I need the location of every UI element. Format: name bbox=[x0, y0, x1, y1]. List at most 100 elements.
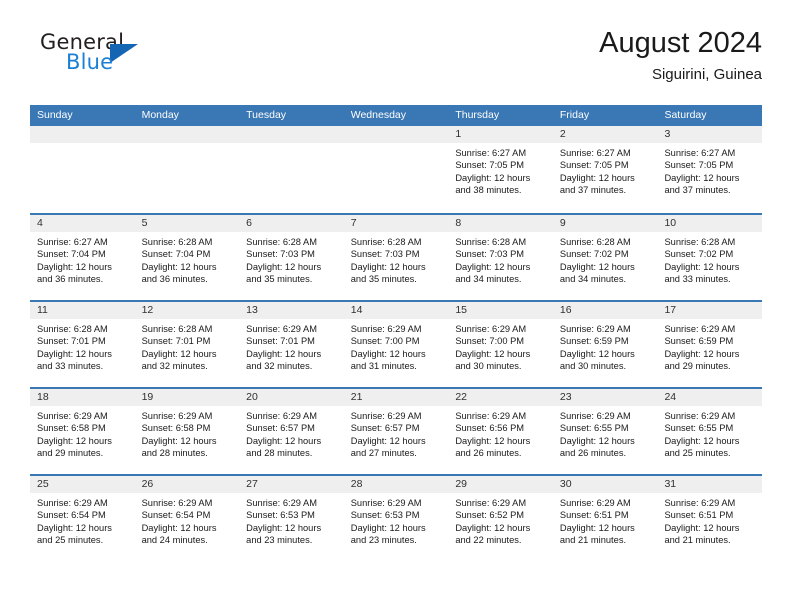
calendar-week-row: 25 Sunrise: 6:29 AM Sunset: 6:54 PM Dayligh… bbox=[30, 474, 763, 561]
day-number: 14 bbox=[350, 304, 363, 316]
calendar-week-row: 4 Sunrise: 6:27 AM Sunset: 7:04 PM Daylight… bbox=[30, 213, 763, 300]
day-cell-17[interactable]: 17 Sunrise: 6:29 AM Sunset: 6:59 PM Dayligh… bbox=[657, 302, 763, 387]
sunrise-line: Sunrise: 6:27 AM bbox=[664, 148, 736, 158]
sunrise-line: Sunrise: 6:29 AM bbox=[559, 411, 631, 421]
sunrise-line: Sunrise: 6:29 AM bbox=[37, 411, 108, 421]
day-cell-empty bbox=[239, 126, 344, 213]
sunset-line: Sunset: 6:59 PM bbox=[664, 336, 734, 347]
day-cell-5[interactable]: 5 Sunrise: 6:28 AM Sunset: 7:04 PM Daylight… bbox=[134, 215, 240, 300]
daylight-line-2: and 33 minutes. bbox=[664, 274, 731, 285]
day-cell-21[interactable]: 21 Sunrise: 6:29 AM Sunset: 6:57 PM Dayligh… bbox=[343, 389, 449, 474]
day-cell-20[interactable]: 20 Sunrise: 6:29 AM Sunset: 6:57 PM Dayligh… bbox=[239, 389, 344, 474]
sunset-line: Sunset: 6:57 PM bbox=[246, 423, 315, 434]
daylight-line-1: Daylight: 12 hours bbox=[141, 261, 217, 272]
daylight-line-1: Daylight: 12 hours bbox=[37, 261, 112, 272]
sunset-line: Sunset: 6:52 PM bbox=[455, 510, 525, 521]
day-cell-22[interactable]: 22 Sunrise: 6:29 AM Sunset: 6:56 PM Dayligh… bbox=[448, 389, 553, 474]
sunrise-line: Sunrise: 6:29 AM bbox=[455, 324, 527, 334]
sunset-line: Sunset: 7:04 PM bbox=[37, 249, 106, 260]
day-cell-26[interactable]: 26 Sunrise: 6:29 AM Sunset: 6:54 PM Dayligh… bbox=[134, 476, 240, 561]
daylight-line-1: Daylight: 12 hours bbox=[559, 435, 635, 446]
day-cell-12[interactable]: 12 Sunrise: 6:28 AM Sunset: 7:01 PM Dayligh… bbox=[134, 302, 240, 387]
day-cell-25[interactable]: 25 Sunrise: 6:29 AM Sunset: 6:54 PM Dayligh… bbox=[30, 476, 135, 561]
daylight-line-2: and 26 minutes. bbox=[559, 448, 627, 459]
day-cell-11[interactable]: 11 Sunrise: 6:28 AM Sunset: 7:01 PM Dayligh… bbox=[30, 302, 135, 387]
daylight-line-2: and 23 minutes. bbox=[350, 535, 417, 546]
day-cell-2[interactable]: 2 Sunrise: 6:27 AM Sunset: 7:05 PM Daylight… bbox=[552, 126, 658, 213]
daylight-line-2: and 30 minutes. bbox=[455, 361, 522, 372]
day-cell-30[interactable]: 30 Sunrise: 6:29 AM Sunset: 6:51 PM Dayligh… bbox=[552, 476, 658, 561]
calendar-week-row: 18 Sunrise: 6:29 AM Sunset: 6:58 PM Dayligh… bbox=[30, 387, 763, 474]
day-cell-18[interactable]: 18 Sunrise: 6:29 AM Sunset: 6:58 PM Dayligh… bbox=[30, 389, 135, 474]
day-detail-block: Sunrise: 6:29 AM Sunset: 6:55 PM Daylight:… bbox=[553, 406, 658, 460]
daylight-line-1: Daylight: 12 hours bbox=[246, 522, 322, 533]
day-cell-7[interactable]: 7 Sunrise: 6:28 AM Sunset: 7:03 PM Daylight… bbox=[343, 215, 449, 300]
daylight-line-1: Daylight: 12 hours bbox=[559, 172, 635, 183]
title-block: August 2024 Siguirini, Guinea bbox=[599, 24, 762, 86]
day-detail-block: Sunrise: 6:28 AM Sunset: 7:03 PM Daylight:… bbox=[344, 232, 449, 286]
day-cell-15[interactable]: 15 Sunrise: 6:29 AM Sunset: 7:00 PM Dayligh… bbox=[448, 302, 553, 387]
day-cell-3[interactable]: 3 Sunrise: 6:27 AM Sunset: 7:05 PM Daylight… bbox=[657, 126, 763, 213]
calendar-week-row: 11 Sunrise: 6:28 AM Sunset: 7:01 PM Dayligh… bbox=[30, 300, 763, 387]
sunset-line: Sunset: 7:00 PM bbox=[455, 336, 525, 347]
day-detail-block: Sunrise: 6:29 AM Sunset: 6:57 PM Daylight:… bbox=[239, 406, 344, 460]
day-cell-24[interactable]: 24 Sunrise: 6:29 AM Sunset: 6:55 PM Dayligh… bbox=[657, 389, 763, 474]
daylight-line-2: and 28 minutes. bbox=[246, 448, 313, 459]
day-cell-27[interactable]: 27 Sunrise: 6:29 AM Sunset: 6:53 PM Dayligh… bbox=[239, 476, 344, 561]
weekday-header-friday: Friday bbox=[559, 109, 590, 121]
day-cell-1[interactable]: 1 Sunrise: 6:27 AM Sunset: 7:05 PM Daylight… bbox=[448, 126, 553, 213]
sunrise-line: Sunrise: 6:29 AM bbox=[664, 411, 736, 421]
day-number-strip bbox=[239, 126, 344, 143]
day-cell-29[interactable]: 29 Sunrise: 6:29 AM Sunset: 6:52 PM Dayligh… bbox=[448, 476, 553, 561]
weekday-header-monday: Monday bbox=[141, 109, 179, 121]
daylight-line-1: Daylight: 12 hours bbox=[246, 435, 322, 446]
day-number-strip: 9 bbox=[552, 215, 658, 232]
day-number-strip: 14 bbox=[343, 302, 449, 319]
general-blue-logo[interactable]: General Blue bbox=[33, 30, 213, 90]
day-cell-4[interactable]: 4 Sunrise: 6:27 AM Sunset: 7:04 PM Daylight… bbox=[30, 215, 135, 300]
day-detail-block: Sunrise: 6:29 AM Sunset: 6:53 PM Daylight:… bbox=[344, 493, 449, 547]
daylight-line-1: Daylight: 12 hours bbox=[664, 522, 740, 533]
day-cell-28[interactable]: 28 Sunrise: 6:29 AM Sunset: 6:53 PM Dayligh… bbox=[343, 476, 449, 561]
day-detail-block: Sunrise: 6:29 AM Sunset: 6:57 PM Daylight:… bbox=[344, 406, 449, 460]
daylight-line-1: Daylight: 12 hours bbox=[664, 348, 740, 359]
calendar-grid: Sunday Monday Tuesday Wednesday Thursday Frid… bbox=[30, 105, 763, 561]
day-cell-10[interactable]: 10 Sunrise: 6:28 AM Sunset: 7:02 PM Dayligh… bbox=[657, 215, 763, 300]
day-detail-block: Sunrise: 6:29 AM Sunset: 6:54 PM Daylight:… bbox=[135, 493, 240, 547]
day-number: 8 bbox=[455, 217, 462, 229]
day-cell-23[interactable]: 23 Sunrise: 6:29 AM Sunset: 6:55 PM Dayligh… bbox=[552, 389, 658, 474]
day-detail-block: Sunrise: 6:29 AM Sunset: 6:58 PM Daylight:… bbox=[135, 406, 240, 460]
day-number: 15 bbox=[455, 304, 467, 316]
page-title: August 2024 bbox=[599, 27, 762, 59]
sunset-line: Sunset: 7:03 PM bbox=[350, 249, 420, 260]
sunset-line: Sunset: 6:51 PM bbox=[664, 510, 734, 521]
weekday-header-saturday: Saturday bbox=[664, 109, 707, 121]
day-cell-19[interactable]: 19 Sunrise: 6:29 AM Sunset: 6:58 PM Dayligh… bbox=[134, 389, 240, 474]
daylight-line-2: and 37 minutes. bbox=[664, 185, 731, 196]
day-number-strip: 5 bbox=[134, 215, 240, 232]
daylight-line-1: Daylight: 12 hours bbox=[141, 435, 217, 446]
day-cell-13[interactable]: 13 Sunrise: 6:29 AM Sunset: 7:01 PM Dayligh… bbox=[239, 302, 344, 387]
day-number: 21 bbox=[350, 391, 363, 403]
day-cell-8[interactable]: 8 Sunrise: 6:28 AM Sunset: 7:03 PM Daylight… bbox=[448, 215, 553, 300]
sunset-line: Sunset: 7:04 PM bbox=[141, 249, 211, 260]
sunrise-line: Sunrise: 6:29 AM bbox=[37, 498, 108, 508]
day-cell-6[interactable]: 6 Sunrise: 6:28 AM Sunset: 7:03 PM Daylight… bbox=[239, 215, 344, 300]
day-cell-9[interactable]: 9 Sunrise: 6:28 AM Sunset: 7:02 PM Daylight… bbox=[552, 215, 658, 300]
day-number-strip: 1 bbox=[448, 126, 553, 143]
daylight-line-2: and 22 minutes. bbox=[455, 535, 522, 546]
day-number-strip bbox=[343, 126, 449, 143]
day-cell-31[interactable]: 31 Sunrise: 6:29 AM Sunset: 6:51 PM Dayligh… bbox=[657, 476, 763, 561]
sunrise-line: Sunrise: 6:28 AM bbox=[455, 237, 527, 247]
daylight-line-1: Daylight: 12 hours bbox=[455, 261, 531, 272]
day-number-strip: 19 bbox=[134, 389, 240, 406]
day-detail-block: Sunrise: 6:29 AM Sunset: 6:59 PM Daylight:… bbox=[657, 319, 762, 373]
day-detail-block: Sunrise: 6:29 AM Sunset: 6:51 PM Daylight:… bbox=[553, 493, 658, 547]
day-cell-16[interactable]: 16 Sunrise: 6:29 AM Sunset: 6:59 PM Dayligh… bbox=[552, 302, 658, 387]
weekday-header-tuesday: Tuesday bbox=[246, 109, 287, 121]
day-number-strip: 23 bbox=[552, 389, 658, 406]
day-number-strip: 6 bbox=[239, 215, 344, 232]
day-detail-block: Sunrise: 6:27 AM Sunset: 7:04 PM Daylight:… bbox=[30, 232, 135, 286]
day-cell-14[interactable]: 14 Sunrise: 6:29 AM Sunset: 7:00 PM Dayligh… bbox=[343, 302, 449, 387]
daylight-line-1: Daylight: 12 hours bbox=[559, 522, 635, 533]
